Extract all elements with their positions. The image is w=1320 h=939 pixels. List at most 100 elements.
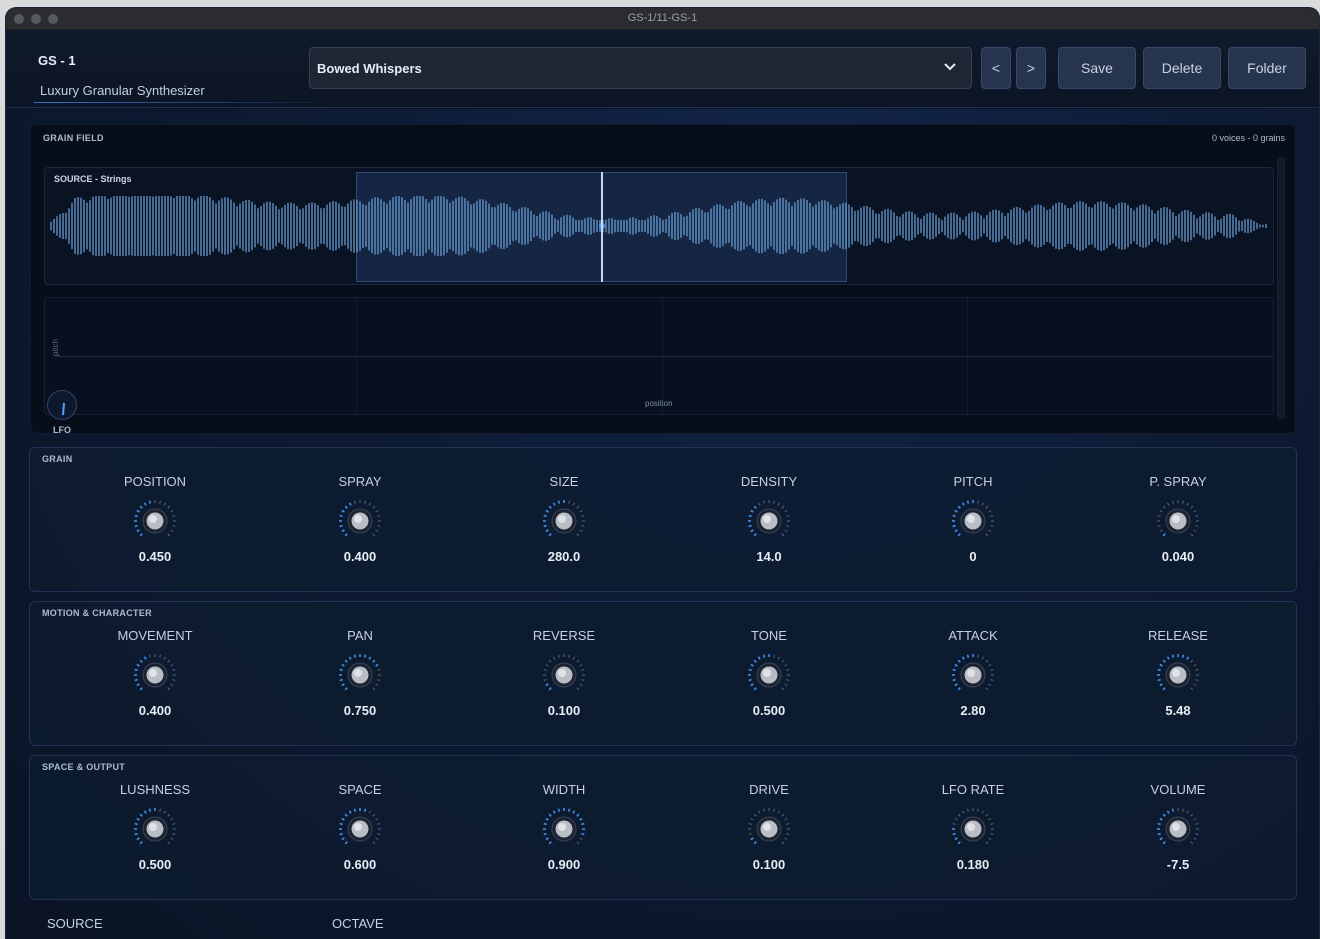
position-control: POSITION 0.450 [75, 474, 235, 564]
tone-knob[interactable] [739, 651, 799, 699]
p-spray-label: P. SPRAY [1149, 474, 1207, 489]
playhead[interactable] [601, 172, 603, 282]
preset-selector[interactable]: Bowed Whispers [309, 47, 972, 89]
next-preset-button[interactable]: > [1016, 47, 1046, 89]
space-value: 0.600 [343, 857, 377, 872]
lfo-label: LFO [53, 425, 71, 435]
plugin-window: GS-1/11-GS-1 GS - 1 Luxury Granular Synt… [6, 8, 1319, 939]
drive-knob[interactable] [739, 805, 799, 853]
release-label: RELEASE [1148, 628, 1208, 643]
lfo-rate-label: LFO RATE [941, 782, 1005, 797]
size-value: 280.0 [547, 549, 581, 564]
tone-label: TONE [751, 628, 787, 643]
size-label: SIZE [549, 474, 579, 489]
release-control: RELEASE 5.48 [1098, 628, 1258, 718]
release-value: 5.48 [1165, 703, 1191, 718]
volume-value: -7.5 [1166, 857, 1190, 872]
lfo-needle-icon [62, 402, 65, 416]
source-label: SOURCE - Strings [54, 174, 132, 184]
window-title: GS-1/11-GS-1 [627, 12, 698, 24]
width-knob[interactable] [534, 805, 594, 853]
density-knob[interactable] [739, 497, 799, 545]
pan-knob[interactable] [330, 651, 390, 699]
delete-button[interactable]: Delete [1143, 47, 1221, 89]
spray-control: SPRAY 0.400 [280, 474, 440, 564]
grain-field-title: GRAIN FIELD [43, 133, 104, 143]
movement-control: MOVEMENT 0.400 [75, 628, 235, 718]
title-bar: GS-1/11-GS-1 [6, 8, 1319, 30]
density-value: 14.0 [756, 549, 782, 564]
movement-value: 0.400 [138, 703, 172, 718]
pan-value: 0.750 [343, 703, 377, 718]
drive-value: 0.100 [752, 857, 786, 872]
lushness-label: LUSHNESS [119, 782, 191, 797]
space-label: SPACE [338, 782, 382, 797]
waveform-graphic [50, 196, 1267, 256]
lfo-indicator[interactable] [47, 390, 77, 420]
space-control: SPACE 0.600 [280, 782, 440, 872]
lushness-knob[interactable] [125, 805, 185, 853]
tone-control: TONE 0.500 [689, 628, 849, 718]
grain-section-title: GRAIN [42, 454, 73, 464]
lushness-control: LUSHNESS 0.500 [75, 782, 235, 872]
brand-underline [34, 102, 314, 103]
prev-preset-button[interactable]: < [981, 47, 1011, 89]
brand-subtitle: Luxury Granular Synthesizer [38, 83, 295, 98]
width-control: WIDTH 0.900 [484, 782, 644, 872]
position-axis-label: position [645, 399, 673, 408]
space-knob[interactable] [330, 805, 390, 853]
header-bar: GS - 1 Luxury Granular Synthesizer Bowed… [6, 30, 1319, 108]
width-value: 0.900 [547, 857, 581, 872]
lfo-rate-knob[interactable] [943, 805, 1003, 853]
grain-field[interactable]: GRAIN FIELD 0 voices - 0 grains SOURCE -… [30, 124, 1296, 435]
spray-label: SPRAY [338, 474, 382, 489]
size-control: SIZE 280.0 [484, 474, 644, 564]
drive-label: DRIVE [749, 782, 789, 797]
grain-field-scrollbar[interactable] [1277, 157, 1285, 419]
lfo-rate-value: 0.180 [956, 857, 990, 872]
p-spray-knob[interactable] [1148, 497, 1208, 545]
brand-title: GS - 1 [38, 53, 76, 68]
lfo-rate-control: LFO RATE 0.180 [893, 782, 1053, 872]
position-knob[interactable] [125, 497, 185, 545]
tone-value: 0.500 [752, 703, 786, 718]
pitch-knob[interactable] [943, 497, 1003, 545]
motion-section-title: MOTION & CHARACTER [42, 608, 152, 618]
pitch-label: PITCH [953, 474, 993, 489]
preset-name: Bowed Whispers [317, 60, 422, 76]
spray-knob[interactable] [330, 497, 390, 545]
volume-label: VOLUME [1150, 782, 1206, 797]
movement-knob[interactable] [125, 651, 185, 699]
position-value: 0.450 [138, 549, 172, 564]
pitch-axis-label: pitch [51, 339, 60, 356]
density-control: DENSITY 14.0 [689, 474, 849, 564]
attack-knob[interactable] [943, 651, 1003, 699]
width-label: WIDTH [542, 782, 586, 797]
space-output-section: SPACE & OUTPUT LUSHNESS 0.500 SPACE 0.600 WI… [29, 755, 1297, 900]
pitch-control: PITCH 0 [893, 474, 1053, 564]
save-button[interactable]: Save [1058, 47, 1136, 89]
grain-section: GRAIN POSITION 0.450 SPRAY 0.400 SIZE 280.0 DE… [29, 447, 1297, 592]
attack-label: ATTACK [948, 628, 998, 643]
volume-knob[interactable] [1148, 805, 1208, 853]
source-waveform[interactable]: SOURCE - Strings [44, 167, 1274, 285]
space-section-title: SPACE & OUTPUT [42, 762, 126, 772]
folder-button[interactable]: Folder [1228, 47, 1306, 89]
pitch-value: 0 [969, 549, 977, 564]
spray-value: 0.400 [343, 549, 377, 564]
movement-label: MOVEMENT [117, 628, 193, 643]
chevron-down-icon [944, 63, 956, 71]
reverse-control: REVERSE 0.100 [484, 628, 644, 718]
voice-grain-count: 0 voices - 0 grains [1211, 133, 1285, 143]
size-knob[interactable] [534, 497, 594, 545]
release-knob[interactable] [1148, 651, 1208, 699]
pitch-position-pad[interactable]: pitch position [44, 297, 1274, 415]
p-spray-value: 0.040 [1161, 549, 1195, 564]
lushness-value: 0.500 [138, 857, 172, 872]
source-label-bottom: SOURCE [47, 916, 103, 931]
reverse-value: 0.100 [547, 703, 581, 718]
reverse-knob[interactable] [534, 651, 594, 699]
pan-control: PAN 0.750 [280, 628, 440, 718]
attack-value: 2.80 [960, 703, 986, 718]
position-label: POSITION [123, 474, 187, 489]
